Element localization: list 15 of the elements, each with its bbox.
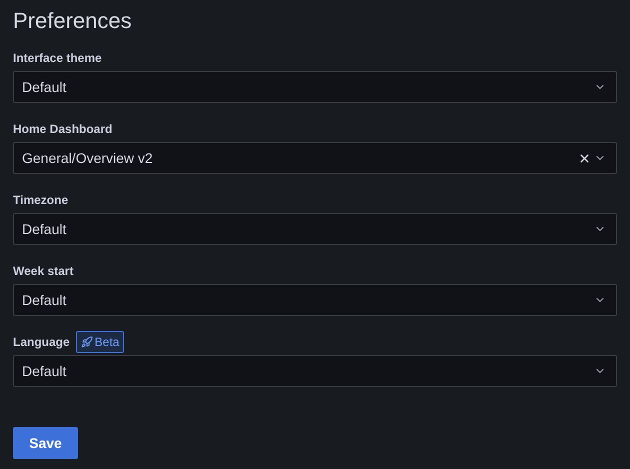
field-label: Timezone [13, 192, 68, 209]
field-label: Language [13, 334, 70, 351]
select-field[interactable]: General/Overview v2 [13, 142, 617, 174]
select-field[interactable]: Default [13, 71, 617, 103]
rocket-icon [80, 336, 93, 348]
select-field[interactable]: Default [13, 213, 617, 245]
save-button[interactable]: Save [13, 427, 78, 459]
select-field[interactable]: Default [13, 284, 617, 316]
beta-badge: Beta [76, 331, 124, 353]
page-title: Preferences [13, 7, 132, 35]
field-label: Week start [13, 263, 74, 280]
field-label: Interface theme [13, 50, 102, 67]
clear-icon[interactable] [578, 152, 591, 164]
field-label: Home Dashboard [13, 121, 112, 138]
select-field[interactable]: Default [13, 355, 617, 387]
